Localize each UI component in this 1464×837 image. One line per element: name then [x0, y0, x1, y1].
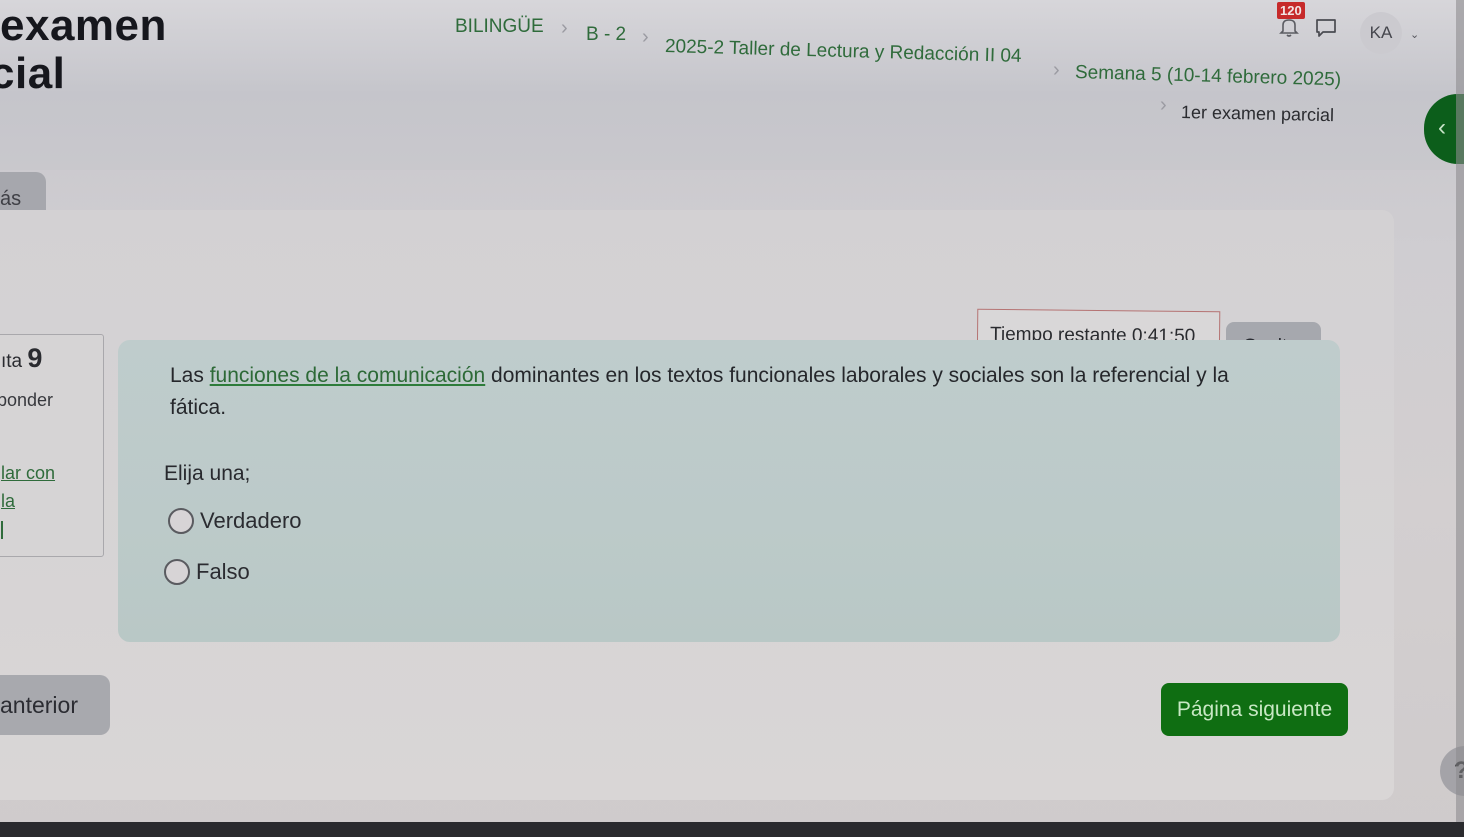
chevron-down-icon[interactable]: ⌄	[1410, 28, 1419, 41]
breadcrumb-separator-icon: ›	[561, 17, 568, 39]
screen-bezel	[0, 822, 1464, 837]
question-number-value: 9	[27, 343, 43, 373]
breadcrumb-item-current: 1er examen parcial	[1180, 102, 1335, 126]
question-text-rest: dominantes en los textos funcionales lab…	[485, 364, 1229, 387]
notification-count-badge: 120	[1277, 2, 1305, 19]
flag-link-line[interactable]: lar con	[1, 459, 55, 487]
question-number-prefix: ıta	[1, 351, 23, 372]
page-title: examen cial	[0, 2, 167, 98]
breadcrumb-separator-icon: ›	[1160, 94, 1167, 116]
chevron-left-icon: ‹	[1438, 114, 1446, 141]
screen-edge	[1456, 0, 1464, 837]
question-text: Las funciones de la comunicación dominan…	[170, 360, 1290, 424]
breadcrumb-separator-icon: ›	[1053, 59, 1060, 81]
option-label: Falso	[196, 559, 250, 584]
question-text-start: Las	[170, 364, 210, 387]
breadcrumb-item-bilingue[interactable]: BILINGÜE	[455, 16, 544, 38]
answer-prompt: Elija una;	[164, 462, 251, 485]
question-number: ıta 9	[1, 343, 42, 374]
page-title-line2: cial	[0, 49, 66, 98]
breadcrumb-item-course[interactable]: 2025-2 Taller de Lectura y Redacción II …	[665, 36, 1022, 68]
radio-button[interactable]	[168, 508, 194, 534]
option-label: Verdadero	[200, 508, 302, 533]
breadcrumb-separator-icon: ›	[642, 26, 649, 48]
breadcrumb-item-group[interactable]: B - 2	[586, 24, 626, 46]
radio-button[interactable]	[164, 559, 190, 585]
flag-link-line[interactable]	[1, 521, 3, 539]
page-title-line1: examen	[0, 1, 167, 50]
option-false[interactable]: Falso	[164, 559, 250, 585]
breadcrumb-item-week[interactable]: Semana 5 (10-14 febrero 2025)	[1075, 62, 1342, 91]
bell-icon[interactable]	[1278, 16, 1300, 38]
flag-link-line[interactable]: la	[1, 487, 55, 515]
breadcrumb: BILINGÜE › B - 2 › 2025-2 Taller de Lect…	[455, 14, 1355, 126]
question-info-box: ıta 9 ponder lar con la	[0, 334, 104, 557]
user-avatar[interactable]: KA	[1360, 12, 1402, 54]
glossary-link[interactable]: funciones de la comunicación	[210, 364, 486, 387]
flag-question-link[interactable]: lar con la	[1, 459, 55, 539]
chat-bubble-icon[interactable]	[1314, 17, 1338, 39]
previous-page-button[interactable]: anterior	[0, 675, 110, 735]
question-state: ponder	[0, 390, 54, 410]
option-true[interactable]: Verdadero	[168, 508, 302, 534]
next-page-button[interactable]: Página siguiente	[1161, 683, 1348, 736]
question-text-line2: fática.	[170, 396, 227, 419]
